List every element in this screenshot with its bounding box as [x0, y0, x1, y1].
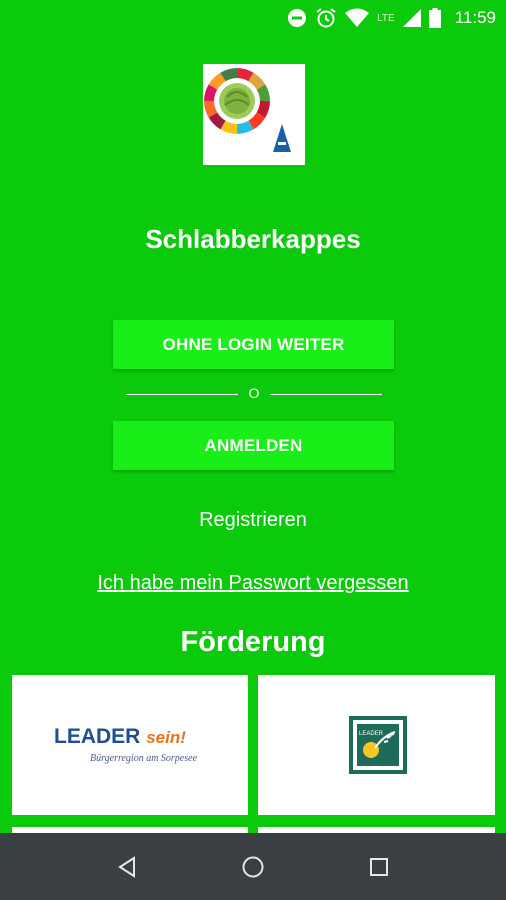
app-title: Schlabberkappes [145, 224, 361, 254]
network-type-label: LTE [377, 12, 395, 24]
app-logo [203, 64, 305, 165]
leader-sein-logo: LEADER sein! [54, 725, 186, 749]
recents-icon [370, 858, 388, 876]
sponsor-card-leader-eu[interactable]: LEADER [258, 675, 495, 815]
home-icon [242, 856, 264, 878]
funding-heading: Förderung [180, 626, 326, 658]
android-nav-bar [0, 833, 506, 900]
or-label: O [248, 385, 260, 401]
register-link[interactable]: Registrieren [0, 509, 506, 532]
battery-icon [428, 8, 441, 28]
signal-icon [402, 9, 421, 27]
recents-button[interactable] [363, 851, 395, 883]
status-bar: LTE 11:59 [0, 0, 506, 36]
clock: 11:59 [454, 8, 496, 27]
login-button[interactable]: ANMELDEN [113, 421, 394, 470]
wifi-icon [345, 8, 370, 27]
forgot-password-link[interactable]: Ich habe mein Passwort vergessen [0, 572, 506, 595]
sponsor-card-leader-sein[interactable]: LEADER sein! Bürgerregion am Sorpesee [12, 675, 248, 815]
back-button[interactable] [111, 851, 143, 883]
sein-wordmark: sein! [146, 728, 186, 747]
back-icon [118, 856, 135, 878]
leader-wordmark: LEADER [54, 725, 141, 748]
or-divider: O [126, 384, 382, 404]
svg-text:LEADER: LEADER [359, 731, 384, 737]
do-not-disturb-icon [288, 9, 307, 27]
home-button[interactable] [237, 851, 269, 883]
leader-eu-logo-icon: LEADER [349, 716, 407, 774]
continue-without-login-button[interactable]: OHNE LOGIN WEITER [113, 320, 394, 369]
alarm-icon [316, 8, 336, 28]
leader-subtitle: Bürgerregion am Sorpesee [90, 753, 198, 764]
divider-line-right [270, 394, 382, 395]
cabbage-sdg-wheel-logo-icon [204, 68, 291, 152]
